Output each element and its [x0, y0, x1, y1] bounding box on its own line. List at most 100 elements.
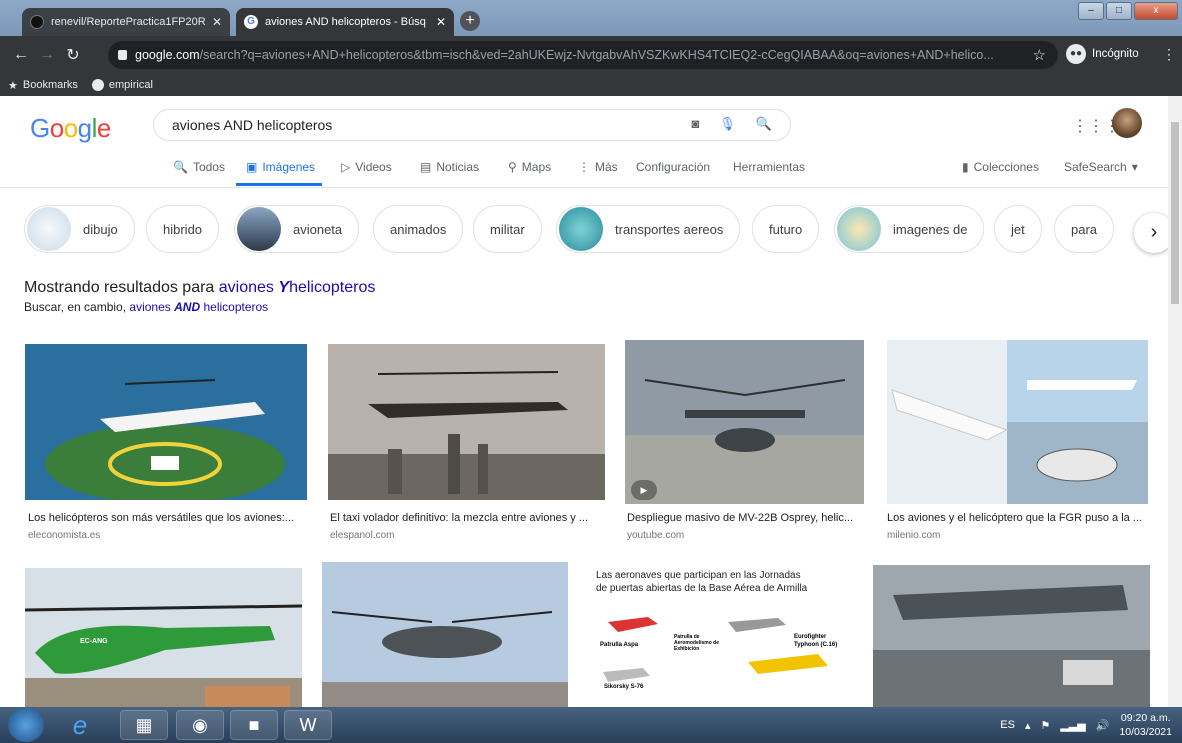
tab-noticias[interactable]: ▤ Noticias: [420, 160, 479, 174]
system-tray: ES ▴ ⚑ ▂▃▅ 🔊 09:20 a.m. 10/03/2021: [1000, 711, 1172, 739]
result-title[interactable]: Despliegue masivo de MV-22B Osprey, heli…: [627, 512, 863, 524]
language-indicator[interactable]: ES: [1000, 719, 1015, 731]
result-image[interactable]: [25, 344, 307, 500]
result-title[interactable]: El taxi volador definitivo: la mezcla en…: [330, 512, 602, 524]
result-image[interactable]: ▶: [625, 340, 864, 504]
tab-imagenes[interactable]: ▣ Imágenes: [246, 160, 315, 174]
herramientas-link[interactable]: Herramientas: [733, 160, 805, 174]
address-bar[interactable]: google.com /search?q=aviones+AND+helicop…: [108, 41, 1058, 69]
menu-icon[interactable]: ⋮: [1162, 46, 1176, 63]
chip-hibrido[interactable]: hibrido: [146, 205, 220, 253]
flying-taxi-image: [328, 344, 605, 500]
tab-google-search[interactable]: G aviones AND helicopteros - Búsq ✕: [236, 8, 454, 36]
chip-thumbnail: [837, 207, 881, 251]
close-icon[interactable]: ✕: [436, 15, 446, 29]
chip-thumbnail: [27, 207, 71, 251]
caret-down-icon: ▾: [1131, 160, 1138, 174]
map-pin-icon: ⚲: [508, 160, 517, 174]
chrome-icon[interactable]: ◉: [176, 710, 224, 740]
microphone-icon[interactable]: 🎙: [719, 116, 736, 132]
tab-title: renevil/ReportePractica1FP20Ren: [51, 16, 206, 28]
result-source[interactable]: elespanol.com: [330, 530, 394, 541]
chip-label: futuro: [769, 221, 803, 237]
tab-github[interactable]: renevil/ReportePractica1FP20Ren ✕: [22, 8, 230, 36]
close-window-button[interactable]: x: [1134, 2, 1178, 20]
internet-explorer-icon[interactable]: e: [56, 710, 104, 740]
result-image[interactable]: [328, 344, 605, 500]
incognito-indicator[interactable]: ●● Incógnito: [1066, 44, 1139, 64]
tab-label: Noticias: [436, 160, 480, 174]
chip-animados[interactable]: animados: [373, 205, 464, 253]
tab-mas[interactable]: ⋮ Más: [578, 160, 618, 174]
result-source[interactable]: youtube.com: [627, 530, 684, 541]
google-logo[interactable]: Google: [30, 113, 111, 144]
tab-videos[interactable]: ▷ Videos: [341, 160, 392, 174]
bookmarks-bar: ★ Bookmarks empirical: [0, 74, 1182, 96]
new-tab-button[interactable]: +: [460, 11, 480, 31]
result-source[interactable]: eleconomista.es: [28, 530, 100, 541]
search-icon[interactable]: 🔍: [756, 116, 772, 132]
bookmark-empirical[interactable]: empirical: [91, 79, 153, 91]
clock[interactable]: 09:20 a.m. 10/03/2021: [1119, 711, 1172, 739]
signal-icon[interactable]: ▂▃▅: [1060, 719, 1085, 732]
flag-icon[interactable]: ⚑: [1040, 719, 1050, 732]
chip-label: animados: [390, 221, 447, 237]
tab-todos[interactable]: 🔍 Todos: [173, 160, 225, 174]
result-title[interactable]: Los helicópteros son más versátiles que …: [28, 512, 308, 524]
related-searches: dibujo hibrido avioneta animados militar…: [0, 196, 1174, 266]
search-actions: ◙ 🎙 🔍: [691, 116, 772, 132]
corrected-query-link[interactable]: aviones Yhelicopteros: [219, 279, 376, 296]
close-icon[interactable]: ✕: [212, 15, 222, 29]
minimize-button[interactable]: –: [1078, 2, 1104, 20]
title-bar: renevil/ReportePractica1FP20Ren ✕ G avio…: [0, 0, 1182, 36]
chip-futuro[interactable]: futuro: [752, 205, 820, 253]
result-image[interactable]: EC-ANG: [25, 568, 302, 708]
maximize-button[interactable]: □: [1106, 2, 1132, 20]
word-icon[interactable]: W: [284, 710, 332, 740]
chip-dibujo[interactable]: dibujo: [24, 205, 135, 253]
result-image[interactable]: [322, 562, 568, 708]
globe-icon: [91, 79, 104, 91]
safesearch-dropdown[interactable]: SafeSearch ▾: [1064, 160, 1138, 174]
aircraft-label: Eurofighter: [794, 634, 827, 640]
result-image[interactable]: [873, 565, 1150, 708]
chip-avioneta[interactable]: avioneta: [234, 205, 360, 253]
chip-label: jet: [1011, 221, 1025, 237]
result-source[interactable]: milenio.com: [887, 530, 940, 541]
zoom-icon[interactable]: ■: [230, 710, 278, 740]
result-image[interactable]: [887, 340, 1148, 504]
vertical-scrollbar[interactable]: [1168, 96, 1182, 708]
github-icon: [30, 15, 44, 29]
original-query-link[interactable]: aviones AND helicopteros: [129, 300, 268, 314]
tab-maps[interactable]: ⚲ Maps: [508, 160, 551, 174]
back-icon[interactable]: ←: [8, 46, 34, 64]
bookmarks-folder[interactable]: ★ Bookmarks: [8, 79, 78, 92]
show-hidden-icons-icon[interactable]: ▴: [1025, 719, 1031, 732]
volume-icon[interactable]: 🔊: [1096, 719, 1110, 732]
search-input[interactable]: aviones AND helicopteros ◙ 🎙 🔍: [153, 109, 791, 141]
chip-label: avioneta: [293, 221, 343, 237]
tab-label: Todos: [192, 160, 225, 174]
file-explorer-icon[interactable]: ▦: [120, 710, 168, 740]
search-tabs: 🔍 Todos ▣ Imágenes ▷ Videos ▤ Noticias ⚲ Maps…: [0, 156, 1168, 186]
chip-para[interactable]: para: [1054, 205, 1115, 253]
bookmark-star-icon[interactable]: ☆: [1033, 46, 1046, 64]
link-text: Y: [278, 279, 290, 296]
forward-icon[interactable]: →: [34, 46, 60, 64]
chip-jet[interactable]: jet: [994, 205, 1042, 253]
camera-icon[interactable]: ◙: [691, 116, 699, 132]
chip-label: transportes aereos: [615, 221, 724, 237]
news-icon: ▤: [420, 160, 432, 174]
chip-transportes-aereos[interactable]: transportes aereos: [556, 205, 741, 253]
colecciones-link[interactable]: ▮ Colecciones: [962, 160, 1039, 174]
result-image[interactable]: Las aeronaves que participan en las Jorn…: [588, 562, 854, 708]
chip-militar[interactable]: militar: [473, 205, 542, 253]
scrollbar-thumb[interactable]: [1171, 122, 1179, 304]
reload-icon[interactable]: ↻: [60, 45, 86, 65]
avatar[interactable]: [1112, 108, 1142, 138]
result-title[interactable]: Los aviones y el helicóptero que la FGR …: [887, 512, 1149, 524]
chip-imagenes-de[interactable]: imagenes de: [834, 205, 985, 253]
configuracion-link[interactable]: Configuración: [636, 160, 710, 174]
google-icon: G: [244, 15, 258, 29]
start-button[interactable]: [8, 708, 44, 742]
